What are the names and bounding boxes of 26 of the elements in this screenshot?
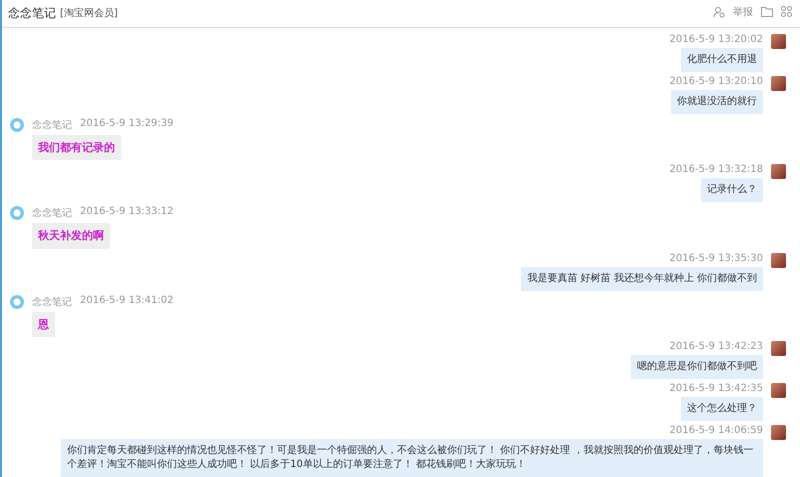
chat-title: 念念笔记: [8, 4, 56, 22]
message-bubble: 恩: [32, 312, 55, 337]
sender-name: 念念笔记: [32, 296, 72, 309]
message-time: 2016-5-9 13:29:39: [80, 118, 174, 131]
message-bubble: 你就退没活的就行: [671, 90, 763, 114]
message-time: 2016-5-9 13:42:35: [670, 383, 763, 394]
message-bubble: 化肥什么不用退: [681, 48, 763, 72]
message-time: 2016-5-9 14:06:59: [670, 425, 763, 436]
sender-name: 念念笔记: [32, 118, 72, 132]
message-time: 2016-5-9 13:32:18: [670, 164, 763, 176]
message-time: 2016-5-9 13:20:02: [670, 34, 763, 45]
message-bubble: 我是要真苗 好树苗 我还想今年就种上 你们都做不到: [521, 266, 763, 291]
message-bubble: 你们肯定每天都碰到这样的情况也见怪不怪了！可是我是一个特倔强的人，不会这么被你们玩了！ 你们不好好处理 ，我就按照我的价值观处理了，每块钱一个差评！淘宝不能叫你们这些人成功吧！ 以后多于10单以上的订单要注意了！ 都花钱刷吧！大家玩玩！: [61, 439, 763, 477]
report-link[interactable]: 举报: [733, 4, 753, 19]
message-time: 2016-5-9 13:35:30: [670, 252, 763, 264]
message-bubble: 嗯的意思是你们都做不到吧: [631, 355, 763, 379]
message-bubble: 记录什么？: [701, 178, 763, 202]
message-time: 2016-5-9 13:41:02: [80, 294, 174, 308]
message-bubble: 秋天补发的啊: [32, 223, 110, 249]
message-time: 2016-5-9 13:33:12: [80, 206, 174, 220]
message-bubble: 这个怎么处理？: [681, 397, 763, 421]
member-tag: [淘宝网会员]: [60, 6, 118, 20]
message-time: 2016-5-9 13:42:23: [670, 341, 763, 352]
message-time: 2016-5-9 13:20:10: [670, 76, 763, 87]
sender-name: 念念笔记: [32, 207, 72, 220]
message-bubble: 我们都有记录的: [32, 134, 121, 160]
